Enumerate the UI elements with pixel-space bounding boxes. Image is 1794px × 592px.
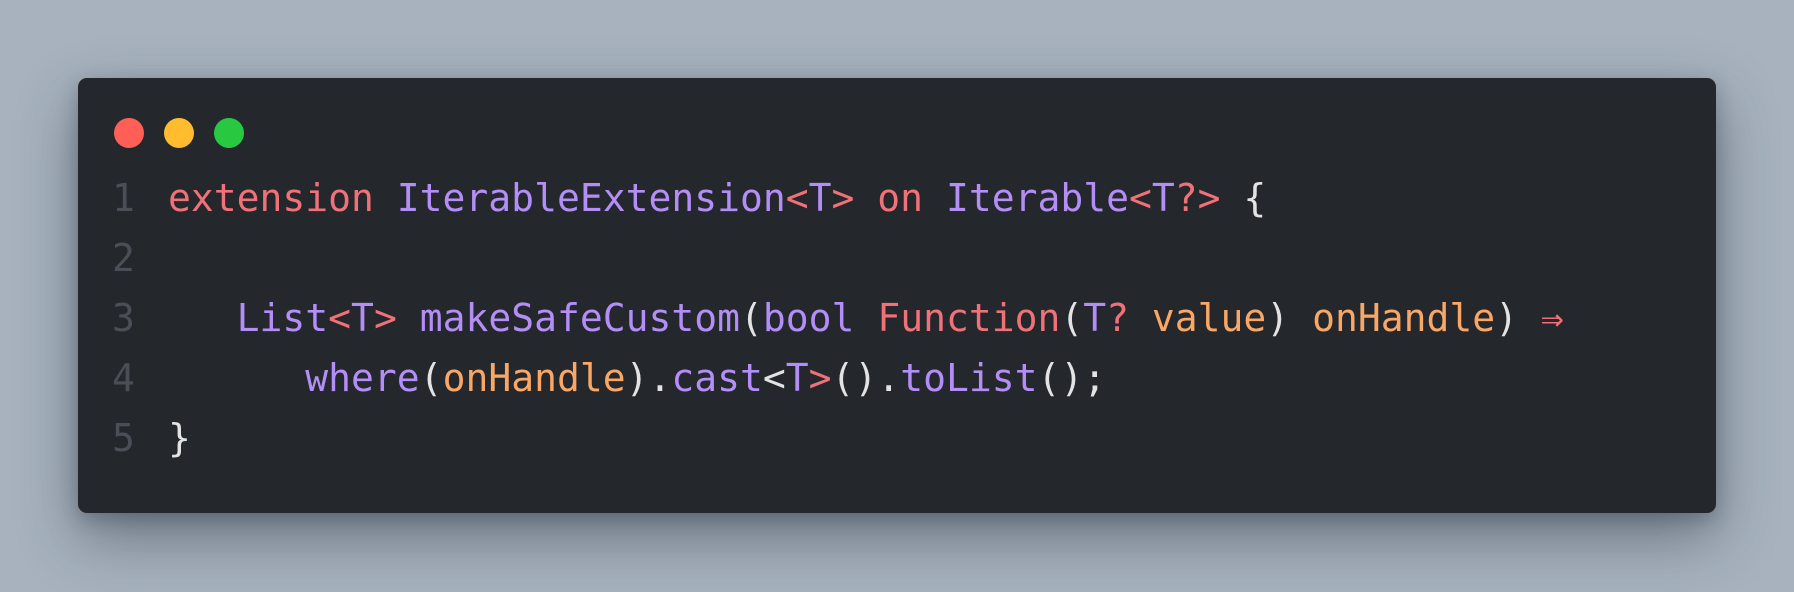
code-token: makeSafeCustom xyxy=(419,296,741,340)
code-token: onHandle xyxy=(442,356,626,400)
code-token: on xyxy=(877,176,924,220)
code-token: cast xyxy=(671,356,763,400)
code-token: T xyxy=(1151,176,1175,220)
code-text: extension IterableExtension<T> on Iterab… xyxy=(168,168,1266,228)
code-token: onHandle xyxy=(1312,296,1496,340)
zoom-icon[interactable] xyxy=(214,118,244,148)
line-number: 4 xyxy=(112,356,135,400)
code-token: < xyxy=(1128,176,1152,220)
code-text: List<T> makeSafeCustom(bool Function(T? … xyxy=(168,288,1564,348)
code-token: T xyxy=(785,356,809,400)
code-text: } xyxy=(168,408,191,468)
code-text: where(onHandle).cast<T>().toList(); xyxy=(168,348,1106,408)
code-token: ( xyxy=(1060,296,1084,340)
code-token: > xyxy=(808,356,832,400)
code-token: where xyxy=(305,356,420,400)
code-token: extension xyxy=(168,176,374,220)
code-token: IterableExtension xyxy=(396,176,786,220)
code-token: ). xyxy=(625,356,672,400)
minimize-icon[interactable] xyxy=(164,118,194,148)
code-token: < xyxy=(762,356,786,400)
code-token: ) xyxy=(1495,296,1541,340)
code-token: ?> xyxy=(1174,176,1221,220)
line-number: 3 xyxy=(112,296,135,340)
code-token: } xyxy=(168,416,191,460)
close-icon[interactable] xyxy=(114,118,144,148)
code-token: ? xyxy=(1106,296,1130,340)
code-token: Function xyxy=(877,296,1061,340)
line-number: 5 xyxy=(112,416,135,460)
line-number: 1 xyxy=(112,176,135,220)
code-token: bool xyxy=(762,296,855,340)
code-token: < xyxy=(328,296,352,340)
code-token: T xyxy=(351,296,374,340)
code-token: { xyxy=(1220,176,1267,220)
code-token: value xyxy=(1151,296,1267,340)
code-token: ⇒ xyxy=(1540,296,1564,340)
code-token: < xyxy=(785,176,809,220)
code-token: toList xyxy=(900,356,1038,400)
code-token: > xyxy=(831,176,855,220)
code-token: Iterable xyxy=(945,176,1129,220)
line-number: 2 xyxy=(112,236,135,280)
code-token: T xyxy=(808,176,832,220)
code-token: ) xyxy=(1266,296,1313,340)
code-token: List xyxy=(236,296,329,340)
code-token: ( xyxy=(740,296,763,340)
code-token: (); xyxy=(1037,356,1107,400)
code-token: ( xyxy=(419,356,443,400)
code-token: (). xyxy=(831,356,901,400)
code-window: 1 extension IterableExtension<T> on Itera… xyxy=(78,78,1716,513)
code-token: T xyxy=(1083,296,1107,340)
code-token: > xyxy=(373,296,397,340)
